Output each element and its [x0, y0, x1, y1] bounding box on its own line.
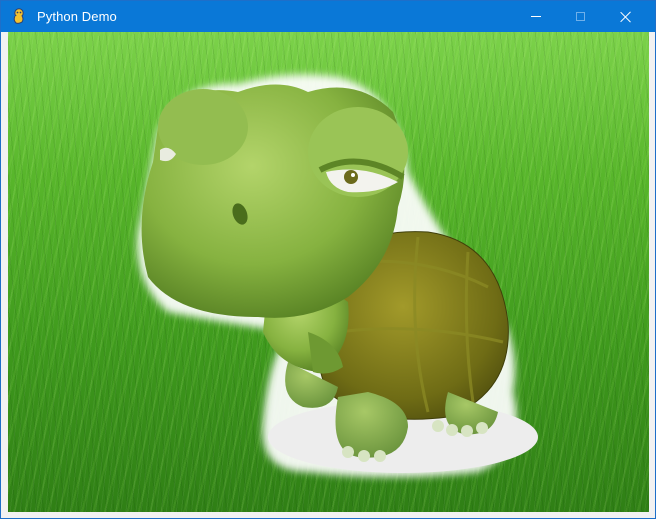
game-canvas[interactable]	[8, 32, 649, 512]
app-window: Python Demo	[0, 0, 656, 519]
title-bar[interactable]: Python Demo	[1, 1, 655, 32]
window-title: Python Demo	[37, 9, 117, 24]
maximize-icon	[575, 12, 585, 21]
turtle-eye-pupil	[344, 170, 358, 184]
window-frame-bottom	[1, 512, 655, 518]
minimize-icon	[531, 16, 541, 17]
minimize-button[interactable]	[513, 1, 559, 32]
close-icon	[620, 11, 632, 23]
window-frame-left	[1, 32, 8, 518]
close-button[interactable]	[603, 1, 649, 32]
pygame-snake-icon	[13, 8, 24, 24]
maximize-button[interactable]	[557, 1, 603, 32]
window-frame-right	[649, 32, 655, 518]
cartoon-turtle-image	[137, 74, 538, 478]
